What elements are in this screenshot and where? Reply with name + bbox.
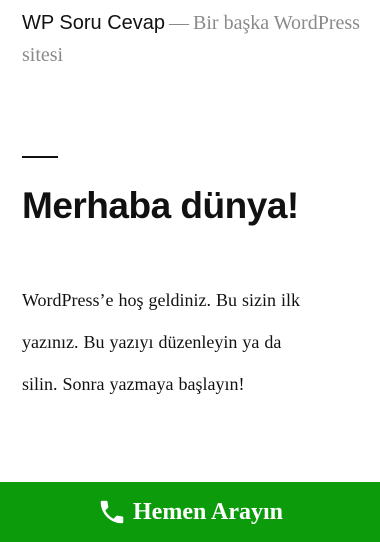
site-title-link[interactable]: WP Soru Cevap (22, 12, 165, 34)
post-content-line: WordPress’e hoş geldiniz. Bu sizin ilk (22, 290, 301, 310)
phone-icon (100, 500, 124, 524)
site-header: WP Soru Cevap — Bir başka WordPress site… (22, 8, 362, 72)
call-now-label: Hemen Arayın (133, 498, 283, 525)
post-divider (22, 156, 58, 158)
post-title[interactable]: Merhaba dünya! (22, 183, 299, 229)
tagline-separator: — (169, 12, 190, 34)
call-now-button[interactable]: Hemen Arayın (0, 482, 380, 542)
post-content-line: silin. Sonra yazmaya başlayın! (22, 374, 245, 394)
post-content-line: yazınız. Bu yazıyı düzenleyin ya da (22, 332, 282, 352)
post-content: WordPress’e hoş geldiniz. Bu sizin ilk y… (22, 285, 372, 411)
